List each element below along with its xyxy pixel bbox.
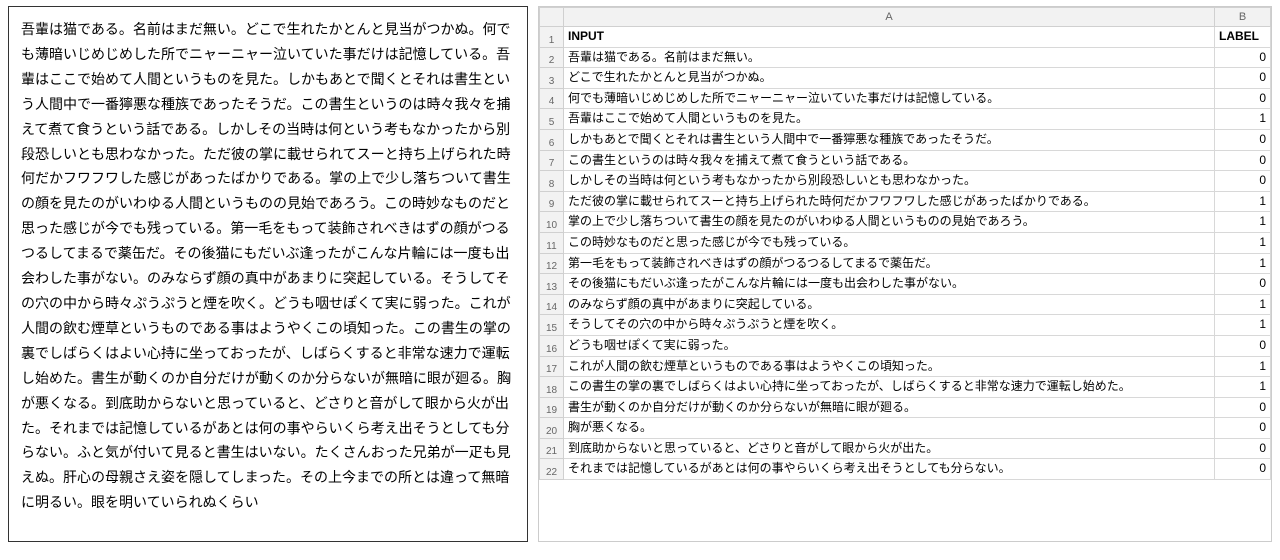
split-view: 吾輩は猫である。名前はまだ無い。どこで生れたかとんと見当がつかぬ。何でも薄暗いじ…	[0, 0, 1280, 548]
cell-input[interactable]: 胸が悪くなる。	[564, 418, 1215, 439]
cell-label[interactable]: 1	[1215, 212, 1271, 233]
row-number[interactable]: 13	[540, 274, 564, 295]
row-number[interactable]: 5	[540, 109, 564, 130]
cell-input[interactable]: のみならず顔の真中があまりに突起している。	[564, 294, 1215, 315]
cell-label[interactable]: 0	[1215, 88, 1271, 109]
cell-input[interactable]: 吾輩はここで始めて人間というものを見た。	[564, 109, 1215, 130]
column-header-A[interactable]: A	[564, 8, 1215, 27]
cell-label[interactable]: 1	[1215, 315, 1271, 336]
row-number[interactable]: 22	[540, 459, 564, 480]
cell-input[interactable]: 第一毛をもって装飾されべきはずの顔がつるつるしてまるで薬缶だ。	[564, 253, 1215, 274]
source-text: 吾輩は猫である。名前はまだ無い。どこで生れたかとんと見当がつかぬ。何でも薄暗いじ…	[21, 17, 515, 515]
row-number[interactable]: 19	[540, 397, 564, 418]
row-number[interactable]: 3	[540, 68, 564, 89]
cell-input[interactable]: しかしその当時は何という考もなかったから別段恐しいとも思わなかった。	[564, 171, 1215, 192]
row-number[interactable]: 15	[540, 315, 564, 336]
spreadsheet-table: AB1INPUTLABEL2吾輩は猫である。名前はまだ無い。03どこで生れたかと…	[539, 7, 1271, 480]
cell-label[interactable]: 1	[1215, 191, 1271, 212]
row-number[interactable]: 7	[540, 150, 564, 171]
cell-input[interactable]: この書生の掌の裏でしばらくはよい心持に坐っておったが、しばらくすると非常な速力で…	[564, 377, 1215, 398]
row-number[interactable]: 4	[540, 88, 564, 109]
cell-input[interactable]: ただ彼の掌に載せられてスーと持ち上げられた時何だかフワフワした感じがあったばかり…	[564, 191, 1215, 212]
row-number[interactable]: 14	[540, 294, 564, 315]
cell-input[interactable]: この時妙なものだと思った感じが今でも残っている。	[564, 232, 1215, 253]
row-number[interactable]: 9	[540, 191, 564, 212]
cell-label[interactable]: 1	[1215, 294, 1271, 315]
row-number[interactable]: 18	[540, 377, 564, 398]
cell-input[interactable]: これが人間の飲む煙草というものである事はようやくこの頃知った。	[564, 356, 1215, 377]
header-label[interactable]: LABEL	[1215, 27, 1271, 48]
cell-label[interactable]: 0	[1215, 171, 1271, 192]
row-number[interactable]: 12	[540, 253, 564, 274]
row-number[interactable]: 21	[540, 438, 564, 459]
cell-input[interactable]: この書生というのは時々我々を捕えて煮て食うという話である。	[564, 150, 1215, 171]
cell-label[interactable]: 0	[1215, 274, 1271, 295]
cell-label[interactable]: 0	[1215, 438, 1271, 459]
cell-label[interactable]: 1	[1215, 377, 1271, 398]
cell-input[interactable]: 何でも薄暗いじめじめした所でニャーニャー泣いていた事だけは記憶している。	[564, 88, 1215, 109]
cell-input[interactable]: どこで生れたかとんと見当がつかぬ。	[564, 68, 1215, 89]
cell-input[interactable]: そうしてその穴の中から時々ぷうぷうと煙を吹く。	[564, 315, 1215, 336]
cell-label[interactable]: 0	[1215, 150, 1271, 171]
cell-input[interactable]: 吾輩は猫である。名前はまだ無い。	[564, 47, 1215, 68]
row-number[interactable]: 2	[540, 47, 564, 68]
row-number[interactable]: 1	[540, 27, 564, 48]
row-number[interactable]: 17	[540, 356, 564, 377]
cell-input[interactable]: それまでは記憶しているがあとは何の事やらいくら考え出そうとしても分らない。	[564, 459, 1215, 480]
column-header-B[interactable]: B	[1215, 8, 1271, 27]
cell-input[interactable]: どうも咽せぽくて実に弱った。	[564, 335, 1215, 356]
cell-label[interactable]: 0	[1215, 335, 1271, 356]
select-all-corner[interactable]	[540, 8, 564, 27]
cell-label[interactable]: 1	[1215, 109, 1271, 130]
cell-input[interactable]: その後猫にもだいぶ逢ったがこんな片輪には一度も出会わした事がない。	[564, 274, 1215, 295]
text-pane: 吾輩は猫である。名前はまだ無い。どこで生れたかとんと見当がつかぬ。何でも薄暗いじ…	[8, 6, 528, 542]
cell-label[interactable]: 1	[1215, 356, 1271, 377]
cell-input[interactable]: しかもあとで聞くとそれは書生という人間中で一番獰悪な種族であったそうだ。	[564, 129, 1215, 150]
cell-input[interactable]: 書生が動くのか自分だけが動くのか分らないが無暗に眼が廻る。	[564, 397, 1215, 418]
cell-label[interactable]: 0	[1215, 129, 1271, 150]
row-number[interactable]: 8	[540, 171, 564, 192]
row-number[interactable]: 10	[540, 212, 564, 233]
cell-label[interactable]: 1	[1215, 232, 1271, 253]
cell-input[interactable]: 到底助からないと思っていると、どさりと音がして眼から火が出た。	[564, 438, 1215, 459]
cell-label[interactable]: 0	[1215, 68, 1271, 89]
header-input[interactable]: INPUT	[564, 27, 1215, 48]
row-number[interactable]: 6	[540, 129, 564, 150]
cell-label[interactable]: 0	[1215, 459, 1271, 480]
cell-input[interactable]: 掌の上で少し落ちついて書生の顔を見たのがいわゆる人間というものの見始であろう。	[564, 212, 1215, 233]
row-number[interactable]: 11	[540, 232, 564, 253]
spreadsheet-pane[interactable]: AB1INPUTLABEL2吾輩は猫である。名前はまだ無い。03どこで生れたかと…	[538, 6, 1272, 542]
cell-label[interactable]: 1	[1215, 253, 1271, 274]
row-number[interactable]: 20	[540, 418, 564, 439]
cell-label[interactable]: 0	[1215, 418, 1271, 439]
row-number[interactable]: 16	[540, 335, 564, 356]
cell-label[interactable]: 0	[1215, 397, 1271, 418]
cell-label[interactable]: 0	[1215, 47, 1271, 68]
